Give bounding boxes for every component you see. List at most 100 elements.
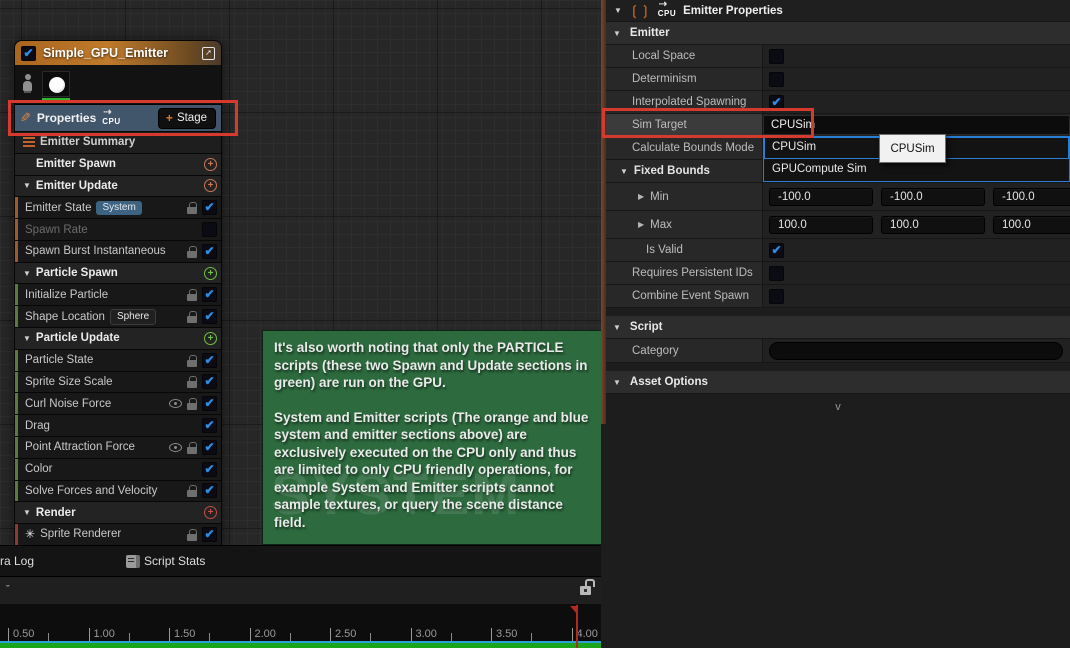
module-enabled-checkbox[interactable]: ✔ [202, 374, 217, 389]
node-module-row[interactable]: Spawn Burst Instantaneous✔ [15, 241, 221, 263]
lock-icon[interactable] [187, 375, 197, 388]
person-scale-icon[interactable] [21, 73, 34, 97]
node-module-row[interactable]: Solve Forces and Velocity✔ [15, 481, 221, 503]
lock-icon[interactable] [187, 441, 197, 454]
lock-icon[interactable] [187, 201, 197, 214]
collapse-triangle-icon[interactable]: ▼ [23, 508, 31, 517]
property-checkbox[interactable] [769, 289, 784, 304]
vector-number-field[interactable]: 100.0 [881, 216, 985, 234]
node-module-row[interactable]: Shape LocationSphere✔ [15, 306, 221, 328]
module-enabled-checkbox[interactable]: ✔ [202, 418, 217, 433]
property-checkbox[interactable]: ✔ [769, 243, 784, 258]
timeline-range-bar[interactable] [0, 643, 601, 648]
module-enabled-checkbox[interactable]: ✔ [202, 309, 217, 324]
lock-icon[interactable] [187, 288, 197, 301]
vector-number-field[interactable]: -100.0 [769, 188, 873, 206]
node-section-particle-spawn[interactable]: ▼ Particle Spawn + [15, 263, 221, 285]
lock-icon[interactable] [187, 245, 197, 258]
collapse-triangle-icon[interactable]: ▼ [614, 6, 622, 15]
expand-arrow-icon[interactable]: ▶ [638, 192, 644, 201]
node-module-row[interactable]: Initialize Particle✔ [15, 284, 221, 306]
node-row-emitter-summary[interactable]: Emitter Summary [15, 132, 221, 154]
panel-row-labelcell: Interpolated Spawning [606, 91, 763, 113]
collapse-triangle-icon[interactable]: ▼ [23, 334, 31, 343]
collapse-triangle-icon[interactable]: ▼ [613, 323, 621, 332]
collapse-triangle-icon[interactable]: ▼ [23, 181, 31, 190]
timeline-track-row[interactable]: ˇ [0, 577, 601, 605]
node-module-row[interactable]: Emitter StateSystem✔ [15, 197, 221, 219]
module-enabled-checkbox[interactable]: ✔ [202, 353, 217, 368]
module-enabled-checkbox[interactable] [202, 222, 217, 237]
module-enabled-checkbox[interactable]: ✔ [202, 200, 217, 215]
module-enabled-checkbox[interactable]: ✔ [202, 483, 217, 498]
property-checkbox[interactable] [769, 266, 784, 281]
properties-row[interactable]: ✎ Properties CPU + Stage [15, 105, 221, 132]
node-section-emitter-update[interactable]: ▼Emitter Update+ [15, 176, 221, 198]
node-module-row[interactable]: Sprite Size Scale✔ [15, 372, 221, 394]
module-accent-bar [15, 437, 18, 458]
vector-number-field[interactable]: 100.0 [769, 216, 873, 234]
module-enabled-checkbox[interactable]: ✔ [202, 287, 217, 302]
category-input[interactable] [769, 342, 1063, 360]
add-stage-button[interactable]: + Stage [158, 108, 216, 129]
open-emitter-icon[interactable]: ➚ [202, 47, 215, 60]
add-module-icon[interactable]: + [204, 506, 217, 519]
module-enabled-checkbox[interactable]: ✔ [202, 527, 217, 542]
lock-icon[interactable] [187, 528, 197, 541]
module-enabled-checkbox[interactable]: ✔ [202, 396, 217, 411]
property-checkbox[interactable] [769, 49, 784, 64]
particle-thumbnail[interactable] [42, 71, 70, 97]
node-section-render[interactable]: ▼Render+ [15, 502, 221, 524]
module-enabled-checkbox[interactable]: ✔ [202, 440, 217, 455]
node-module-row[interactable]: ✳Sprite Renderer✔ [15, 524, 221, 545]
module-accent-bar [15, 197, 18, 218]
visibility-eye-icon[interactable] [169, 399, 182, 408]
timeline-ruler[interactable]: 0.501.001.502.002.503.003.504.00 [0, 605, 601, 641]
panel-section-emitter[interactable]: ▼Emitter [606, 22, 1070, 45]
tab-niagara-log[interactable]: ra Log [0, 554, 48, 568]
property-checkbox[interactable] [769, 72, 784, 87]
node-section-label: Particle Spawn [36, 267, 118, 279]
emitter-node[interactable]: ✔ Simple_GPU_Emitter ➚ ✎ Properties CPU … [14, 40, 222, 545]
emitter-enabled-checkbox[interactable]: ✔ [21, 46, 36, 61]
node-section-particle-update[interactable]: ▼Particle Update+ [15, 328, 221, 350]
sim-target-combo[interactable]: CPUSim [763, 115, 1070, 135]
unlock-icon[interactable] [580, 586, 591, 595]
emitter-node-header[interactable]: ✔ Simple_GPU_Emitter ➚ [15, 41, 221, 65]
lock-icon[interactable] [187, 484, 197, 497]
chevron-down-icon[interactable]: ˇ [6, 584, 10, 596]
node-module-row[interactable]: Drag✔ [15, 415, 221, 437]
add-module-icon[interactable]: + [204, 179, 217, 192]
collapse-triangle-icon[interactable]: ▼ [620, 167, 628, 176]
expand-arrow-icon[interactable]: ▶ [638, 220, 644, 229]
collapse-triangle-icon[interactable]: ▼ [23, 269, 31, 278]
panel-expander[interactable]: v [606, 394, 1070, 420]
panel-section-script[interactable]: ▼Script [606, 316, 1070, 339]
collapse-triangle-icon[interactable]: ▼ [613, 378, 621, 387]
ruler-tick-label: 2.50 [335, 628, 356, 640]
visibility-eye-icon[interactable] [169, 443, 182, 452]
lock-icon[interactable] [187, 354, 197, 367]
module-enabled-checkbox[interactable]: ✔ [202, 462, 217, 477]
node-module-row[interactable]: Curl Noise Force✔ [15, 393, 221, 415]
add-module-icon[interactable]: + [204, 158, 217, 171]
playhead-marker[interactable] [576, 605, 578, 648]
node-module-row[interactable]: Particle State✔ [15, 350, 221, 372]
property-checkbox[interactable]: ✔ [769, 95, 784, 110]
node-section-emitter-spawn[interactable]: Emitter Spawn+ [15, 154, 221, 176]
vector-number-field[interactable]: -100.0 [881, 188, 985, 206]
add-module-icon[interactable]: + [204, 332, 217, 345]
panel-section-asset-options[interactable]: ▼Asset Options [606, 371, 1070, 394]
node-module-row[interactable]: Spawn Rate [15, 219, 221, 241]
vector-number-field[interactable]: 100.0 [993, 216, 1070, 234]
lock-icon[interactable] [187, 397, 197, 410]
tab-script-stats[interactable]: Script Stats [126, 554, 205, 568]
lock-icon[interactable] [187, 310, 197, 323]
node-graph-canvas[interactable]: ✔ Simple_GPU_Emitter ➚ ✎ Properties CPU … [0, 0, 601, 545]
node-module-row[interactable]: Color✔ [15, 459, 221, 481]
node-module-row[interactable]: Point Attraction Force✔ [15, 437, 221, 459]
collapse-triangle-icon[interactable]: ▼ [613, 29, 621, 38]
module-enabled-checkbox[interactable]: ✔ [202, 244, 217, 259]
vector-number-field[interactable]: -100.0 [993, 188, 1070, 206]
add-module-icon[interactable]: + [204, 267, 217, 280]
